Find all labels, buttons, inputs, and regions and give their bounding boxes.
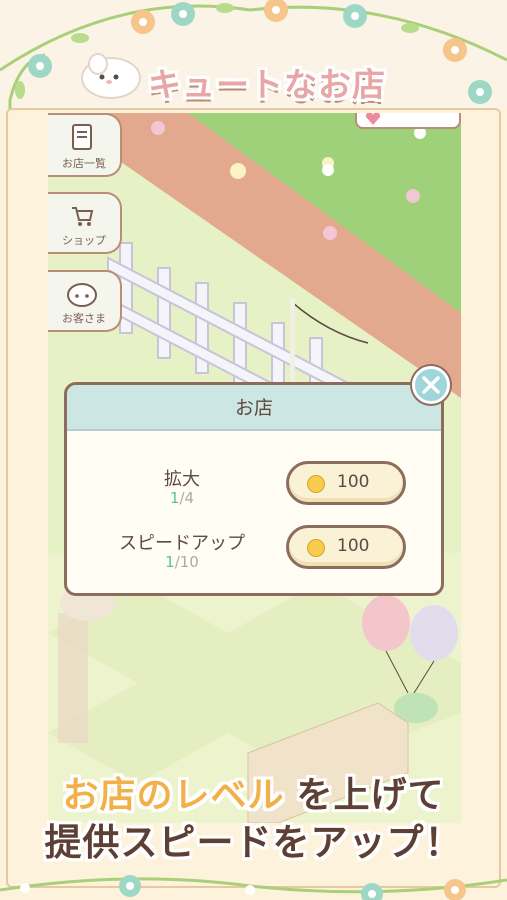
promo-highlight: お店のレベル [62,775,285,816]
buy-expand-button[interactable]: 100 [286,461,406,505]
sidebar-item-shop[interactable]: ショップ [48,192,122,254]
heart-icon [365,113,381,125]
sidebar-item-shop-list[interactable]: お店一覧 [48,113,122,177]
upgrade-name-speed: スピードアップ [119,533,245,554]
screen-frame: キュートなお店 お店一覧 ショップ お客さま お店 拡大 1/4 スピードアップ… [0,0,507,900]
close-icon [422,376,440,394]
header: キュートなお店 [78,44,448,114]
cart-icon [72,207,94,226]
flower-garland-bottom [0,875,507,900]
promo-line-2: 提供スピードをアップ！ [44,821,463,864]
promo-line-1: お店のレベル を上げて [0,766,507,818]
sidebar-item-customers[interactable]: お客さま [48,270,122,332]
upgrade-level-speed: 1/10 [165,553,199,571]
dialog-title: お店 [67,385,441,431]
promo-text: を上げて [296,775,445,816]
coin-icon [307,539,325,557]
fluffy-mascot-icon [81,53,141,99]
upgrade-level-expand: 1/4 [169,489,195,507]
page-title: キュートなお店 [148,65,386,104]
book-icon [72,124,92,150]
currency-display [355,113,461,129]
coin-icon [307,475,325,493]
close-button[interactable] [412,366,450,404]
sidebar-item-label: お客さま [62,312,106,325]
customer-face-icon [67,283,97,307]
sidebar-item-label: ショップ [62,234,106,247]
price-label: 100 [337,536,370,556]
upgrade-name-expand: 拡大 [164,469,200,490]
buy-speed-up-button[interactable]: 100 [286,525,406,569]
price-label: 100 [337,472,370,492]
sidebar-item-label: お店一覧 [62,157,106,170]
